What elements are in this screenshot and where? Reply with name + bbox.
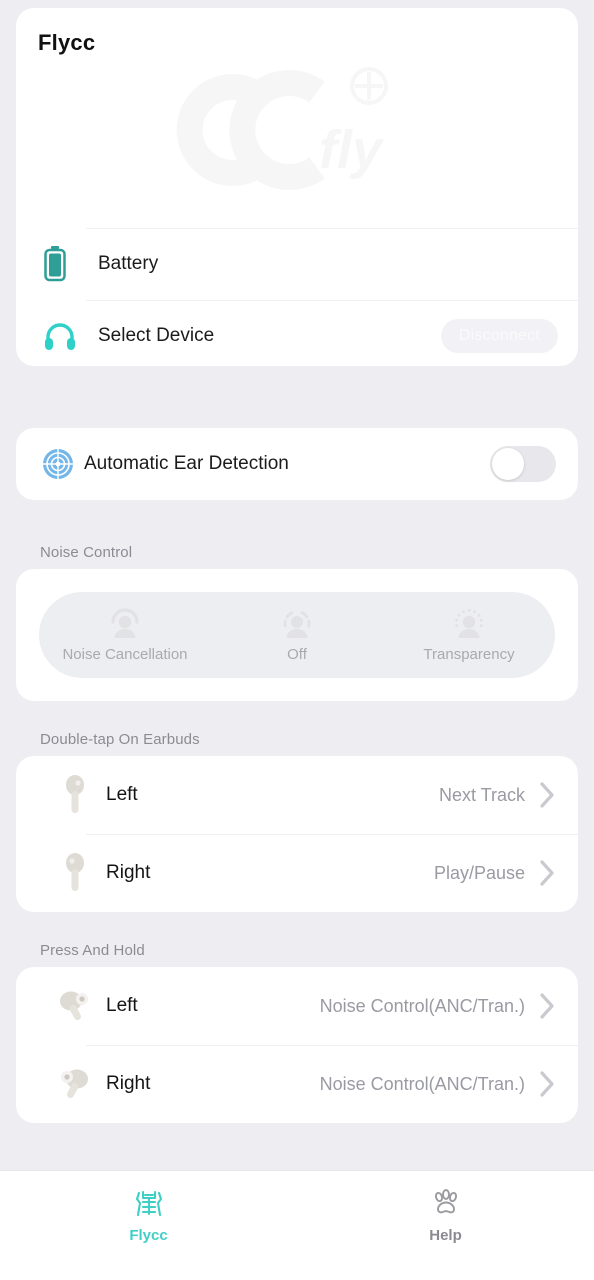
battery-label: Battery	[98, 253, 159, 274]
press-hold-row-right[interactable]: Right Noise Control(ANC/Tran.)	[16, 1045, 578, 1123]
page-title: Flycc	[38, 30, 96, 55]
segment-label: Noise Cancellation	[62, 646, 188, 663]
battery-icon	[44, 246, 98, 282]
tab-label: Help	[429, 1227, 462, 1244]
segment-noise-cancellation[interactable]: Noise Cancellation	[39, 607, 211, 663]
press-hold-row-left[interactable]: Left Noise Control(ANC/Tran.)	[16, 967, 578, 1045]
automatic-ear-detection-toggle[interactable]	[490, 446, 556, 482]
noise-control-section-label: Noise Control	[40, 544, 133, 561]
row-divider	[86, 300, 578, 301]
select-device-row[interactable]: Select Device Disconnect	[16, 300, 578, 366]
noise-control-segmented-control[interactable]: Noise Cancellation Off Transparency	[39, 592, 555, 678]
tab-help[interactable]: Help	[297, 1185, 594, 1244]
head-dashed-arc-icon	[283, 611, 311, 638]
row-value: Noise Control(ANC/Tran.)	[319, 995, 525, 1016]
disconnect-button[interactable]: Disconnect	[440, 319, 558, 353]
flycc-glyph-icon	[135, 1190, 162, 1217]
tab-label: Flycc	[129, 1227, 168, 1244]
segment-label: Transparency	[423, 646, 515, 663]
head-dotted-ring-icon	[455, 608, 483, 638]
row-label: Left	[106, 784, 138, 805]
earbud-press-left-icon	[50, 987, 100, 1025]
chevron-right-icon	[539, 859, 556, 887]
headphones-icon	[44, 321, 98, 351]
noise-control-card: Noise Cancellation Off Transparency	[16, 569, 578, 701]
device-header-card: Flycc fly Battery Select Device Disconne…	[16, 8, 578, 366]
toggle-knob	[492, 448, 524, 480]
chevron-right-icon	[539, 781, 556, 809]
row-value: Noise Control(ANC/Tran.)	[319, 1073, 525, 1094]
head-solid-ring-icon	[111, 608, 139, 638]
earbud-left-icon	[50, 774, 100, 816]
bottom-tab-bar: Flycc Help	[0, 1170, 594, 1280]
double-tap-row-right[interactable]: Right Play/Pause	[16, 834, 578, 912]
chevron-right-icon	[539, 992, 556, 1020]
row-label: Right	[106, 862, 151, 883]
tab-flycc[interactable]: Flycc	[0, 1185, 297, 1244]
radar-target-icon	[42, 448, 74, 480]
segment-off[interactable]: Off	[211, 607, 383, 663]
select-device-label: Select Device	[98, 325, 215, 346]
double-tap-card: Left Next Track Right Play/Pause	[16, 756, 578, 912]
press-and-hold-card: Left Noise Control(ANC/Tran.) Right Nois	[16, 967, 578, 1123]
svg-text:fly: fly	[319, 120, 385, 180]
double-tap-row-left[interactable]: Left Next Track	[16, 756, 578, 834]
segment-transparency[interactable]: Transparency	[383, 607, 555, 663]
press-and-hold-section-label: Press And Hold	[40, 942, 145, 959]
cc-fly-logo-icon: fly	[176, 67, 388, 190]
automatic-ear-detection-label: Automatic Ear Detection	[84, 453, 289, 474]
chevron-right-icon	[539, 1070, 556, 1098]
row-divider	[86, 228, 578, 229]
automatic-ear-detection-card: Automatic Ear Detection	[16, 428, 578, 500]
paw-print-icon	[434, 1189, 457, 1214]
row-value: Next Track	[438, 784, 525, 805]
app-screen: Flycc fly Battery Select Device Disconne…	[0, 0, 594, 1280]
earbud-right-icon	[50, 852, 100, 894]
segment-label: Off	[287, 646, 307, 663]
earbud-press-right-icon	[50, 1065, 100, 1103]
row-label: Left	[106, 995, 138, 1016]
row-label: Right	[106, 1073, 151, 1094]
brand-watermark: fly	[16, 56, 578, 226]
row-value: Play/Pause	[433, 862, 525, 883]
scroll-content[interactable]: Flycc fly Battery Select Device Disconne…	[0, 0, 594, 1170]
double-tap-section-label: Double-tap On Earbuds	[40, 731, 200, 748]
battery-row: Battery	[16, 228, 578, 300]
